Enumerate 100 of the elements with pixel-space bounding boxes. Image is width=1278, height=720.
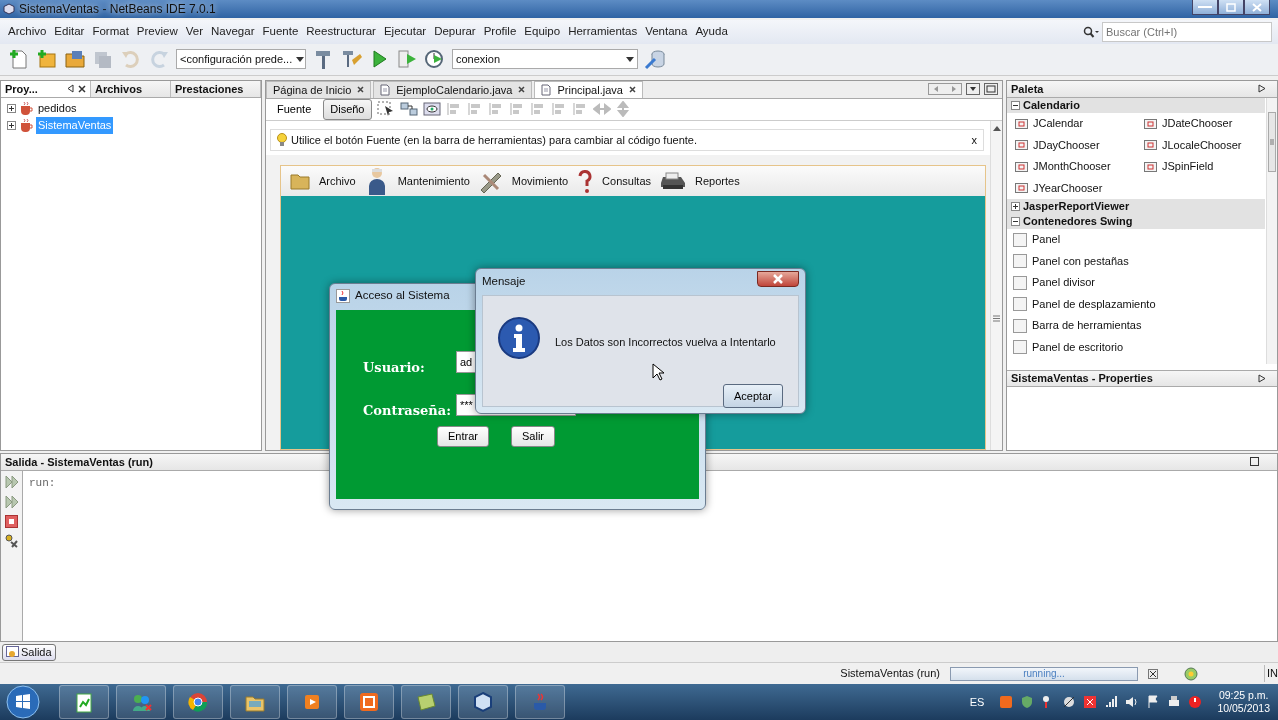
panel-tab[interactable]: Archivos: [91, 80, 171, 97]
taskbar-button[interactable]: [230, 685, 280, 720]
palette-item[interactable]: Panel de desplazamiento: [1007, 293, 1265, 315]
menu-item[interactable]: Movimiento: [507, 172, 573, 190]
settings-icon[interactable]: [4, 533, 19, 548]
cancel-icon[interactable]: [1148, 668, 1158, 679]
taskbar-button[interactable]: [401, 685, 451, 720]
clock-time[interactable]: 09:25 p.m.: [1218, 689, 1269, 703]
menu-item[interactable]: Herramientas: [564, 23, 642, 41]
menu-item[interactable]: Reestructurar: [302, 23, 380, 41]
menu-item[interactable]: Profile: [479, 23, 521, 41]
project-dropdown[interactable]: conexion: [452, 49, 638, 70]
close-button[interactable]: [757, 271, 799, 287]
rerun-icon[interactable]: [4, 494, 19, 509]
palette-item[interactable]: Panel con pestañas: [1007, 250, 1265, 272]
menu-item[interactable]: Archivo: [4, 23, 51, 41]
new-project-icon[interactable]: [36, 48, 58, 71]
scroll-thumb-icon[interactable]: [1268, 111, 1276, 172]
palette-item[interactable]: JYearChooser: [1007, 177, 1136, 199]
rerun-icon[interactable]: [4, 474, 19, 489]
palette-item[interactable]: JCalendar: [1007, 112, 1136, 135]
stop-icon[interactable]: [5, 514, 18, 528]
editor-tab[interactable]: Página de Inicio: [266, 80, 372, 98]
menu-item[interactable]: Ayuda: [691, 23, 732, 41]
menu-item[interactable]: Navegar: [207, 23, 259, 41]
profile-icon[interactable]: [424, 48, 446, 71]
menu-item[interactable]: Mantenimiento: [393, 172, 474, 190]
signal-icon[interactable]: [1104, 695, 1119, 710]
palette-item[interactable]: Panel de escritorio: [1007, 336, 1265, 358]
preview-icon[interactable]: [422, 101, 441, 118]
accept-button[interactable]: Aceptar: [723, 384, 783, 408]
palette-item[interactable]: JSpinField: [1136, 155, 1265, 178]
taskbar-button[interactable]: [173, 685, 223, 720]
menu-item[interactable]: Format: [88, 23, 133, 41]
speaker-icon[interactable]: [1125, 695, 1140, 710]
close-icon[interactable]: [78, 84, 86, 93]
taskbar-button[interactable]: [344, 685, 394, 720]
alert-icon[interactable]: [1083, 695, 1098, 710]
palette-item[interactable]: JMonthChooser: [1007, 155, 1136, 178]
palette-item[interactable]: JLocaleChooser: [1136, 134, 1265, 156]
menu-item[interactable]: Consultas: [598, 172, 655, 190]
view-toggle[interactable]: Fuente: [270, 99, 319, 120]
view-toggle[interactable]: Diseño: [323, 99, 372, 120]
close-button[interactable]: [1244, 0, 1270, 15]
menu-item[interactable]: Fuente: [258, 23, 303, 41]
taskbar-button[interactable]: [59, 685, 109, 720]
dropdown-icon[interactable]: [966, 83, 980, 96]
maximize-icon[interactable]: [984, 83, 998, 96]
start-button[interactable]: [6, 685, 40, 720]
category-header[interactable]: JasperReportViewer: [1007, 198, 1265, 214]
expand-icon[interactable]: [7, 103, 16, 113]
tree-item[interactable]: pedidos: [36, 100, 79, 117]
menu-item[interactable]: Reportes: [691, 172, 744, 190]
palette-item[interactable]: Panel divisor: [1007, 271, 1265, 294]
connection-mode-icon[interactable]: [399, 101, 418, 118]
maximize-icon[interactable]: [1250, 457, 1259, 467]
dialog-button[interactable]: Entrar: [437, 426, 489, 447]
menu-item[interactable]: Archivo: [315, 172, 360, 190]
power-icon[interactable]: [1188, 695, 1203, 710]
menu-item[interactable]: Ver: [181, 23, 207, 41]
menu-item[interactable]: Equipo: [520, 23, 565, 41]
close-icon[interactable]: [518, 86, 526, 94]
palette-item[interactable]: Panel: [1007, 228, 1265, 251]
panel-tab[interactable]: Prestaciones: [171, 80, 261, 97]
dialog-button[interactable]: Salir: [511, 426, 555, 447]
close-icon[interactable]: [628, 86, 636, 94]
open-folder-icon[interactable]: [64, 48, 86, 71]
minimize-button[interactable]: [1192, 0, 1218, 15]
clock-date[interactable]: 10/05/2013: [1217, 702, 1270, 716]
close-hint-button[interactable]: x: [971, 131, 977, 149]
menu-item[interactable]: Ejecutar: [379, 23, 431, 41]
palette-item[interactable]: Barra de herramientas: [1007, 314, 1265, 337]
panel-tab[interactable]: Proy...: [1, 80, 91, 97]
search-field[interactable]: Buscar (Ctrl+I): [1102, 21, 1272, 42]
scroll-grip-icon[interactable]: [993, 314, 1000, 322]
network-icon[interactable]: [1062, 695, 1077, 710]
new-file-icon[interactable]: [8, 48, 30, 71]
close-icon[interactable]: [357, 86, 365, 94]
editor-tab[interactable]: EjemploCalendario.java: [373, 80, 533, 98]
editor-tab[interactable]: Principal.java: [534, 80, 643, 98]
square-logo-icon[interactable]: [999, 695, 1014, 710]
database-icon[interactable]: [644, 48, 666, 71]
expand-icon[interactable]: [7, 120, 16, 130]
configuration-dropdown[interactable]: <configuración prede...: [176, 49, 306, 70]
menu-item[interactable]: Preview: [132, 23, 182, 41]
menu-item[interactable]: Depurar: [430, 23, 480, 41]
palette-item[interactable]: JDateChooser: [1136, 112, 1265, 135]
maximize-button[interactable]: [1218, 0, 1244, 15]
output-tab[interactable]: Salida: [2, 643, 56, 661]
taskbar-button[interactable]: [458, 685, 508, 720]
minimize-icon[interactable]: [66, 84, 75, 94]
shield-icon[interactable]: [1020, 695, 1035, 710]
palette-item[interactable]: JDayChooser: [1007, 134, 1136, 156]
flag-icon[interactable]: [1146, 695, 1161, 710]
minimize-icon[interactable]: [1258, 84, 1267, 94]
language-indicator[interactable]: ES: [969, 693, 985, 711]
menu-item[interactable]: Ventana: [641, 23, 692, 41]
selection-mode-icon[interactable]: [376, 101, 395, 118]
scroll-up-icon[interactable]: [992, 124, 1001, 131]
minimize-icon[interactable]: [1258, 373, 1267, 383]
